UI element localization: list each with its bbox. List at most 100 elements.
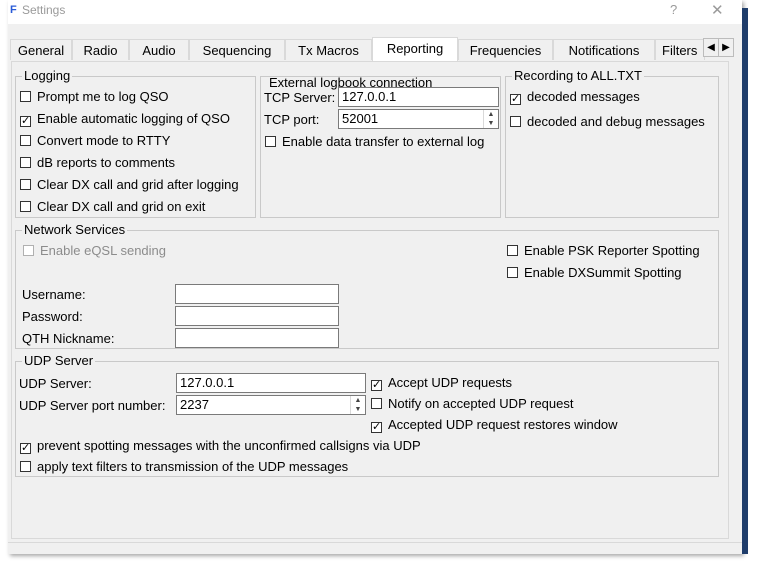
tab-bar: General Radio Audio Sequencing Tx Macros… xyxy=(8,37,742,61)
tcp-server-input[interactable]: 127.0.0.1 xyxy=(338,87,499,107)
network-services-group: Network Services Enable eQSL sending Ena… xyxy=(15,222,719,349)
checkbox-label: Enable PSK Reporter Spotting xyxy=(524,243,700,258)
tcp-port-label: TCP port: xyxy=(264,112,320,127)
clear-on-exit-checkbox[interactable]: Clear DX call and grid on exit xyxy=(20,199,205,215)
tab-filters[interactable]: Filters xyxy=(655,39,705,60)
password-input[interactable] xyxy=(175,306,339,326)
checkbox-box xyxy=(20,201,31,212)
checkbox-box xyxy=(20,135,31,146)
window-title: Settings xyxy=(22,3,66,17)
enable-eqsl-checkbox[interactable]: Enable eQSL sending xyxy=(23,243,166,259)
checkbox-label: prevent spotting messages with the uncon… xyxy=(37,438,421,453)
checkbox-label: Enable eQSL sending xyxy=(40,243,167,258)
check-icon: ✓ xyxy=(371,421,382,433)
tab-audio[interactable]: Audio xyxy=(129,39,189,60)
checkbox-box xyxy=(265,136,276,147)
tab-general[interactable]: General xyxy=(10,39,72,60)
checkbox-label: dB reports to comments xyxy=(37,155,175,170)
udp-server-group: UDP Server UDP Server: 127.0.0.1 UDP Ser… xyxy=(15,353,719,477)
checkbox-box xyxy=(20,91,31,102)
username-label: Username: xyxy=(22,287,86,302)
app-icon: F xyxy=(10,4,17,16)
udp-server-label: UDP Server: xyxy=(19,376,92,391)
spin-down-icon[interactable]: ▼ xyxy=(484,119,498,128)
tab-radio[interactable]: Radio xyxy=(72,39,129,60)
external-logbook-group: External logbook connection TCP Server: … xyxy=(260,76,501,218)
restore-window-checkbox[interactable]: ✓ Accepted UDP request restores window xyxy=(371,417,618,433)
udp-port-value: 2237 xyxy=(180,397,209,412)
decoded-messages-checkbox[interactable]: ✓ decoded messages xyxy=(510,89,640,105)
udp-server-input[interactable]: 127.0.0.1 xyxy=(176,373,366,393)
checkbox-label: Accepted UDP request restores window xyxy=(388,417,618,432)
tab-tx-macros[interactable]: Tx Macros xyxy=(285,39,372,60)
window-edge xyxy=(742,8,748,554)
checkbox-label: Enable automatic logging of QSO xyxy=(37,111,230,126)
checkbox-box xyxy=(507,267,518,278)
tab-sequencing[interactable]: Sequencing xyxy=(189,39,285,60)
checkbox-box xyxy=(23,245,34,256)
tcp-port-input[interactable]: 52001 ▲ ▼ xyxy=(338,109,499,129)
recording-group-title: Recording to ALL.TXT xyxy=(512,68,644,83)
checkbox-label: Clear DX call and grid on exit xyxy=(37,199,206,214)
recording-group: Recording to ALL.TXT ✓ decoded messages d… xyxy=(505,68,719,218)
tcp-server-label: TCP Server: xyxy=(264,90,336,105)
network-group-title: Network Services xyxy=(22,222,128,237)
spin-down-icon[interactable]: ▼ xyxy=(351,405,365,414)
check-icon: ✓ xyxy=(20,115,31,127)
checkbox-label: Prompt me to log QSO xyxy=(37,89,169,104)
checkbox-box xyxy=(507,245,518,256)
logging-group-title: Logging xyxy=(22,68,73,83)
checkbox-label: Enable DXSummit Spotting xyxy=(524,265,682,280)
prevent-spotting-checkbox[interactable]: ✓ prevent spotting messages with the unco… xyxy=(20,438,421,454)
tcp-port-value: 52001 xyxy=(342,111,379,126)
clear-after-logging-checkbox[interactable]: Clear DX call and grid after logging xyxy=(20,177,239,193)
username-input[interactable] xyxy=(175,284,339,304)
divider xyxy=(8,542,742,543)
checkbox-box xyxy=(371,398,382,409)
prompt-log-qso-checkbox[interactable]: Prompt me to log QSO xyxy=(20,89,169,105)
tab-notifications[interactable]: Notifications xyxy=(553,39,655,60)
checkbox-label: Accept UDP requests xyxy=(388,375,513,390)
text-filters-checkbox[interactable]: apply text filters to transmission of th… xyxy=(20,459,348,475)
notify-udp-checkbox[interactable]: Notify on accepted UDP request xyxy=(371,396,573,412)
checkbox-label: decoded and debug messages xyxy=(527,114,705,129)
convert-rtty-checkbox[interactable]: Convert mode to RTTY xyxy=(20,133,170,149)
auto-logging-checkbox[interactable]: ✓ Enable automatic logging of QSO xyxy=(20,111,230,127)
check-icon: ✓ xyxy=(510,93,521,105)
checkbox-label: Convert mode to RTTY xyxy=(37,133,171,148)
enable-transfer-checkbox[interactable]: Enable data transfer to external log xyxy=(265,134,484,150)
title-bar: F Settings ? ✕ xyxy=(8,0,742,24)
tab-reporting[interactable]: Reporting xyxy=(372,37,458,61)
tcp-port-spinner[interactable]: ▲ ▼ xyxy=(483,110,498,128)
settings-window: F Settings ? ✕ General Radio Audio Seque… xyxy=(8,0,742,554)
psk-reporter-checkbox[interactable]: Enable PSK Reporter Spotting xyxy=(507,243,700,259)
tab-scroll-left-icon[interactable]: ◀ xyxy=(703,38,719,57)
decoded-debug-checkbox[interactable]: decoded and debug messages xyxy=(510,114,705,130)
checkbox-label: Enable data transfer to external log xyxy=(282,134,485,149)
logging-group: Logging Prompt me to log QSO ✓ Enable aut… xyxy=(15,68,256,218)
help-icon[interactable]: ? xyxy=(670,2,677,17)
checkbox-box xyxy=(20,461,31,472)
tab-scroll-right-icon[interactable]: ▶ xyxy=(718,38,734,57)
password-label: Password: xyxy=(22,309,83,324)
dxsummit-checkbox[interactable]: Enable DXSummit Spotting xyxy=(507,265,682,281)
qth-nickname-label: QTH Nickname: xyxy=(22,331,115,346)
checkbox-label: Notify on accepted UDP request xyxy=(388,396,574,411)
checkbox-box xyxy=(510,116,521,127)
db-reports-checkbox[interactable]: dB reports to comments xyxy=(20,155,175,171)
checkbox-label: apply text filters to transmission of th… xyxy=(37,459,349,474)
udp-group-title: UDP Server xyxy=(22,353,96,368)
check-icon: ✓ xyxy=(371,379,382,391)
checkbox-box xyxy=(20,179,31,190)
udp-port-label: UDP Server port number: xyxy=(19,398,166,413)
tab-frequencies[interactable]: Frequencies xyxy=(458,39,553,60)
close-icon[interactable]: ✕ xyxy=(711,1,724,19)
checkbox-label: Clear DX call and grid after logging xyxy=(37,177,239,192)
accept-udp-checkbox[interactable]: ✓ Accept UDP requests xyxy=(371,375,512,391)
qth-nickname-input[interactable] xyxy=(175,328,339,348)
udp-port-spinner[interactable]: ▲ ▼ xyxy=(350,396,365,414)
udp-port-input[interactable]: 2237 ▲ ▼ xyxy=(176,395,366,415)
spin-up-icon[interactable]: ▲ xyxy=(484,110,498,119)
checkbox-box xyxy=(20,157,31,168)
spin-up-icon[interactable]: ▲ xyxy=(351,396,365,405)
